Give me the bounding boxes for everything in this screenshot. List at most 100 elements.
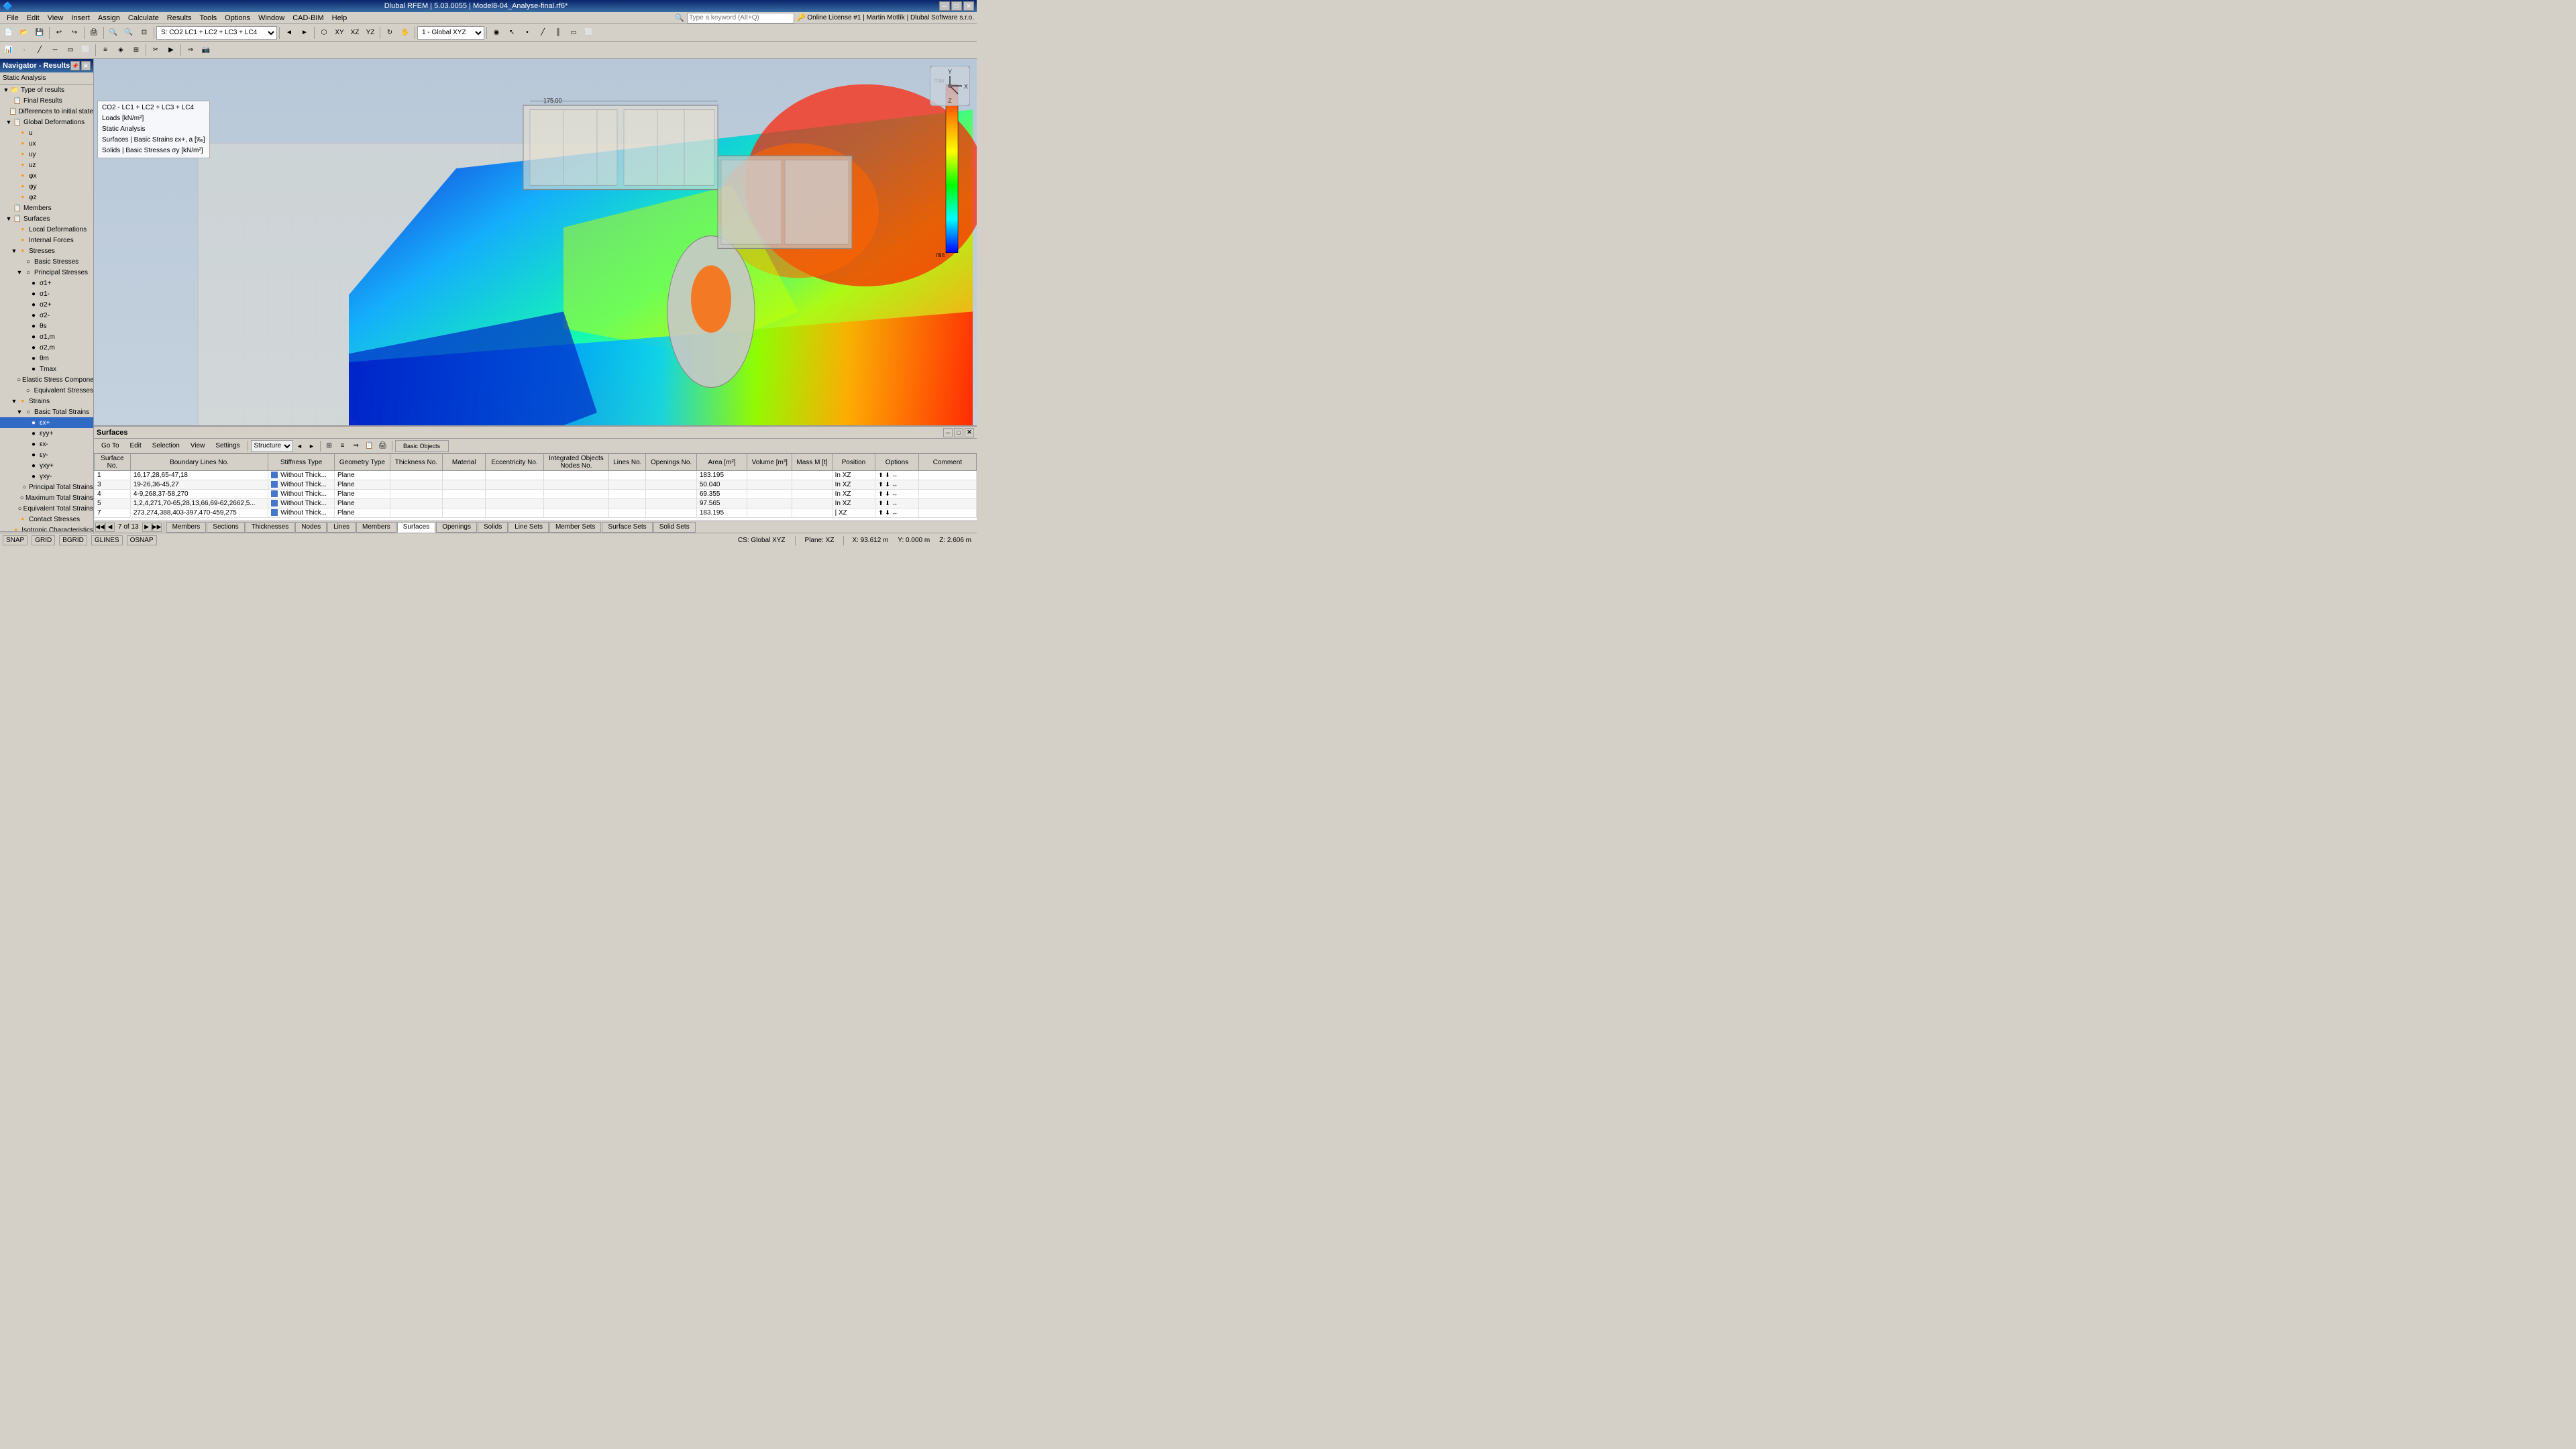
node-btn[interactable]: • [520, 25, 535, 40]
tree-item[interactable]: 🔸u [0, 127, 93, 138]
tab-members2[interactable]: Members [356, 522, 396, 533]
selection-btn[interactable]: Selection [148, 441, 184, 451]
tree-item[interactable]: 🔸uz [0, 160, 93, 170]
tree-item[interactable]: 🔸φz [0, 192, 93, 203]
structure-combo[interactable]: Structure [251, 440, 293, 452]
view3d-btn[interactable]: ⬡ [317, 25, 331, 40]
tree-item[interactable]: ▼○Basic Total Strains [0, 407, 93, 417]
tree-item[interactable]: 🔸Contact Stresses [0, 514, 93, 525]
tree-item[interactable]: ●σ1- [0, 288, 93, 299]
tab-members[interactable]: Members [166, 522, 207, 533]
tree-item[interactable]: 🔸Internal Forces [0, 235, 93, 246]
line-btn[interactable]: ╱ [535, 25, 550, 40]
tree-item[interactable]: ●θm [0, 353, 93, 364]
section-cut-btn[interactable]: ✂ [148, 43, 163, 58]
contour-btn[interactable]: ◈ [113, 43, 128, 58]
tree-item[interactable]: 📋Members [0, 203, 93, 213]
tree-item[interactable]: 🔸Isotropic Characteristics [0, 525, 93, 531]
view-btn[interactable]: View [186, 441, 210, 451]
status-glines[interactable]: GLINES [91, 535, 123, 545]
tree-item[interactable]: ○Equivalent Stresses [0, 385, 93, 396]
tree-item[interactable]: ●σ1+ [0, 278, 93, 288]
maximize-btn[interactable]: □ [951, 1, 962, 11]
tree-item[interactable]: ▼📋Global Deformations [0, 117, 93, 127]
print-table-btn[interactable]: 🖨 [377, 440, 389, 452]
show-solids-btn[interactable]: ⬜ [78, 43, 93, 58]
goto-btn[interactable]: Go To [97, 441, 124, 451]
tree-item[interactable]: ▼📁Type of results [0, 85, 93, 95]
show-lines-btn[interactable]: ╱ [32, 43, 47, 58]
animation-btn[interactable]: ▶ [164, 43, 178, 58]
status-osnap[interactable]: OSNAP [127, 535, 157, 545]
tree-item[interactable]: ▼📋Surfaces [0, 213, 93, 224]
tab-solids[interactable]: Solids [478, 522, 508, 533]
results-prev-btn[interactable]: ◄ [294, 441, 305, 451]
col-surface-no[interactable]: SurfaceNo. [95, 454, 131, 471]
nav-pin-btn[interactable]: 📌 [70, 61, 80, 70]
table-row[interactable]: 44-9,268,37-58,270Without Thick...Plane6… [95, 490, 977, 499]
tree-item[interactable]: 🔸φy [0, 181, 93, 192]
col-nodes[interactable]: Integrated ObjectsNodes No. [543, 454, 609, 471]
zoom-all-btn[interactable]: ⊡ [137, 25, 152, 40]
nav-close-btn[interactable]: ✕ [81, 61, 91, 70]
status-snap[interactable]: SNAP [3, 535, 28, 545]
tree-item[interactable]: ●γxy- [0, 471, 93, 482]
col-mass[interactable]: Mass M [t] [792, 454, 832, 471]
pan-btn[interactable]: ✋ [398, 25, 413, 40]
tree-item[interactable]: ●σ2- [0, 310, 93, 321]
print-btn[interactable]: 🖨 [87, 25, 101, 40]
tab-first-btn[interactable]: ◀◀ [95, 523, 105, 532]
tree-item[interactable]: ○Principal Total Strains [0, 482, 93, 492]
display-btn[interactable]: ◉ [489, 25, 504, 40]
undo-btn[interactable]: ↩ [52, 25, 66, 40]
status-grid[interactable]: GRID [32, 535, 55, 545]
tree-item[interactable]: ○Elastic Stress Components [0, 374, 93, 385]
col-area[interactable]: Area [m²] [696, 454, 747, 471]
tree-item[interactable]: ○Maximum Total Strains [0, 492, 93, 503]
new-btn[interactable]: 📄 [1, 25, 16, 40]
results-maximize-btn[interactable]: □ [954, 428, 963, 437]
edit-btn[interactable]: Edit [125, 441, 146, 451]
col-options[interactable]: Options [875, 454, 919, 471]
status-bgrid[interactable]: BGRID [59, 535, 87, 545]
col-thickness[interactable]: Thickness No. [390, 454, 443, 471]
tree-item[interactable]: 🔸Local Deformations [0, 224, 93, 235]
tree-item[interactable]: ●εx+ [0, 417, 93, 428]
col-material[interactable]: Material [442, 454, 486, 471]
tree-item[interactable]: ●εyy+ [0, 428, 93, 439]
tab-nodes[interactable]: Nodes [295, 522, 327, 533]
settings-btn[interactable]: Settings [211, 441, 244, 451]
tab-solid-sets[interactable]: Solid Sets [653, 522, 696, 533]
col-volume[interactable]: Volume [m³] [747, 454, 792, 471]
open-btn[interactable]: 📂 [17, 25, 32, 40]
view-xy-btn[interactable]: XY [332, 25, 347, 40]
menu-results[interactable]: Results [163, 13, 196, 23]
menu-calculate[interactable]: Calculate [124, 13, 163, 23]
prev-case-btn[interactable]: ◄ [282, 25, 297, 40]
col-openings[interactable]: Openings No. [646, 454, 697, 471]
col-lines[interactable]: Lines No. [609, 454, 646, 471]
menu-tools[interactable]: Tools [195, 13, 221, 23]
rotate-btn[interactable]: ↻ [382, 25, 397, 40]
tree-item[interactable]: ●εx- [0, 439, 93, 449]
tree-item[interactable]: ▼🔸Stresses [0, 246, 93, 256]
menu-cad-bim[interactable]: CAD-BIM [288, 13, 327, 23]
view-yz-btn[interactable]: YZ [363, 25, 378, 40]
table-row[interactable]: 51,2,4,271,70-65,28,13,66,69-62,2662,5..… [95, 499, 977, 508]
results-close-btn[interactable]: ✕ [965, 428, 974, 437]
results-toggle-btn[interactable]: 📊 [1, 43, 16, 58]
tab-next-btn[interactable]: ▶ [142, 523, 152, 532]
show-surfaces-btn[interactable]: ▭ [63, 43, 78, 58]
tab-openings[interactable]: Openings [436, 522, 477, 533]
tab-prev-btn[interactable]: ◀ [105, 523, 115, 532]
menu-help[interactable]: Help [328, 13, 352, 23]
tree-item[interactable]: 🔸φx [0, 170, 93, 181]
tab-line-sets[interactable]: Line Sets [508, 522, 549, 533]
redo-btn[interactable]: ↪ [67, 25, 82, 40]
load-case-combo[interactable]: S: CO2 LC1 + LC2 + LC3 + LC4 [156, 26, 277, 40]
surface-btn[interactable]: ▭ [566, 25, 581, 40]
tree-item[interactable]: 🔸ux [0, 138, 93, 149]
col-geometry[interactable]: Geometry Type [334, 454, 390, 471]
minimize-btn[interactable]: ─ [939, 1, 950, 11]
tree-item[interactable]: ○Basic Stresses [0, 256, 93, 267]
